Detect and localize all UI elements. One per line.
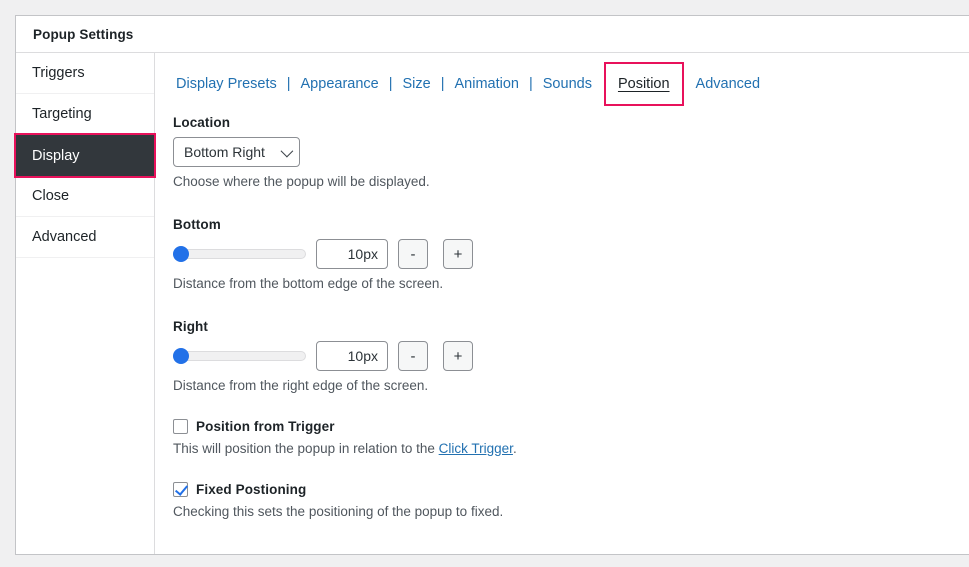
right-control-row: 10px - + (173, 341, 969, 371)
sidebar-item-targeting[interactable]: Targeting (16, 94, 154, 135)
fixed-positioning-description: Checking this sets the positioning of th… (173, 504, 969, 519)
tab-display-presets[interactable]: Display Presets (175, 74, 278, 94)
sidebar-item-close[interactable]: Close (16, 176, 154, 217)
bottom-field: Bottom 10px - + Distance from the bottom… (173, 217, 969, 291)
location-field: Location Bottom Right Choose where the p… (173, 115, 969, 189)
slider-track (173, 249, 306, 259)
bottom-label: Bottom (173, 217, 969, 232)
slider-thumb[interactable] (173, 246, 189, 262)
sidebar-item-label: Display (32, 148, 80, 164)
position-from-trigger-label[interactable]: Position from Trigger (196, 419, 335, 434)
right-increment-button[interactable]: + (443, 341, 473, 371)
spacer (173, 393, 969, 419)
tab-size[interactable]: Size (402, 74, 432, 94)
right-decrement-button[interactable]: - (398, 341, 428, 371)
slider-thumb[interactable] (173, 348, 189, 364)
position-from-trigger-row[interactable]: Position from Trigger (173, 419, 969, 434)
sidebar-item-triggers[interactable]: Triggers (16, 53, 154, 94)
modal-header: Popup Settings (16, 16, 969, 53)
sidebar-item-label: Close (32, 188, 69, 204)
sidebar-item-label: Advanced (32, 229, 97, 245)
tab-separator: | (529, 76, 533, 92)
settings-panel: Display Presets | Appearance | Size | An… (155, 53, 969, 554)
tab-advanced[interactable]: Advanced (695, 74, 762, 94)
bottom-decrement-button[interactable]: - (398, 239, 428, 269)
spacer (173, 291, 969, 319)
spacer (173, 189, 969, 217)
bottom-control-row: 10px - + (173, 239, 969, 269)
settings-sidebar: Triggers Targeting Display Close Advance… (16, 53, 155, 554)
sidebar-item-label: Triggers (32, 65, 85, 81)
right-value-input[interactable]: 10px (316, 341, 388, 371)
modal-title: Popup Settings (33, 27, 133, 42)
description-text-before: This will position the popup in relation… (173, 441, 439, 456)
tab-sounds[interactable]: Sounds (542, 74, 593, 94)
fixed-positioning-checkbox[interactable] (173, 482, 188, 497)
display-tabs: Display Presets | Appearance | Size | An… (173, 69, 969, 99)
tab-appearance[interactable]: Appearance (300, 74, 380, 94)
right-description: Distance from the right edge of the scre… (173, 378, 969, 393)
tab-separator: | (287, 76, 291, 92)
popup-settings-modal: Popup Settings Triggers Targeting Displa… (15, 15, 969, 555)
fixed-positioning-label[interactable]: Fixed Postioning (196, 482, 306, 497)
sidebar-item-display[interactable]: Display (16, 135, 154, 176)
bottom-increment-button[interactable]: + (443, 239, 473, 269)
spacer (173, 456, 969, 482)
sidebar-item-label: Targeting (32, 106, 92, 122)
position-from-trigger-description: This will position the popup in relation… (173, 441, 969, 456)
sidebar-item-advanced[interactable]: Advanced (16, 217, 154, 258)
location-label: Location (173, 115, 969, 130)
tab-separator: | (441, 76, 445, 92)
position-from-trigger-field: Position from Trigger This will position… (173, 419, 969, 456)
screen: Popup Settings Triggers Targeting Displa… (0, 0, 969, 567)
tab-separator: | (389, 76, 393, 92)
right-field: Right 10px - + Distance from the right e… (173, 319, 969, 393)
right-slider[interactable] (173, 348, 306, 364)
modal-body: Triggers Targeting Display Close Advance… (16, 53, 969, 554)
bottom-slider[interactable] (173, 246, 306, 262)
chevron-down-icon (281, 145, 294, 158)
fixed-positioning-field: Fixed Postioning Checking this sets the … (173, 482, 969, 519)
tab-position[interactable]: Position (604, 70, 684, 98)
fixed-positioning-row[interactable]: Fixed Postioning (173, 482, 969, 497)
bottom-value-input[interactable]: 10px (316, 239, 388, 269)
location-select-value: Bottom Right (184, 144, 265, 160)
tab-animation[interactable]: Animation (454, 74, 520, 94)
slider-track (173, 351, 306, 361)
location-select[interactable]: Bottom Right (173, 137, 300, 167)
click-trigger-link[interactable]: Click Trigger (439, 441, 513, 456)
position-from-trigger-checkbox[interactable] (173, 419, 188, 434)
location-description: Choose where the popup will be displayed… (173, 174, 969, 189)
right-label: Right (173, 319, 969, 334)
bottom-description: Distance from the bottom edge of the scr… (173, 276, 969, 291)
description-text-after: . (513, 441, 517, 456)
